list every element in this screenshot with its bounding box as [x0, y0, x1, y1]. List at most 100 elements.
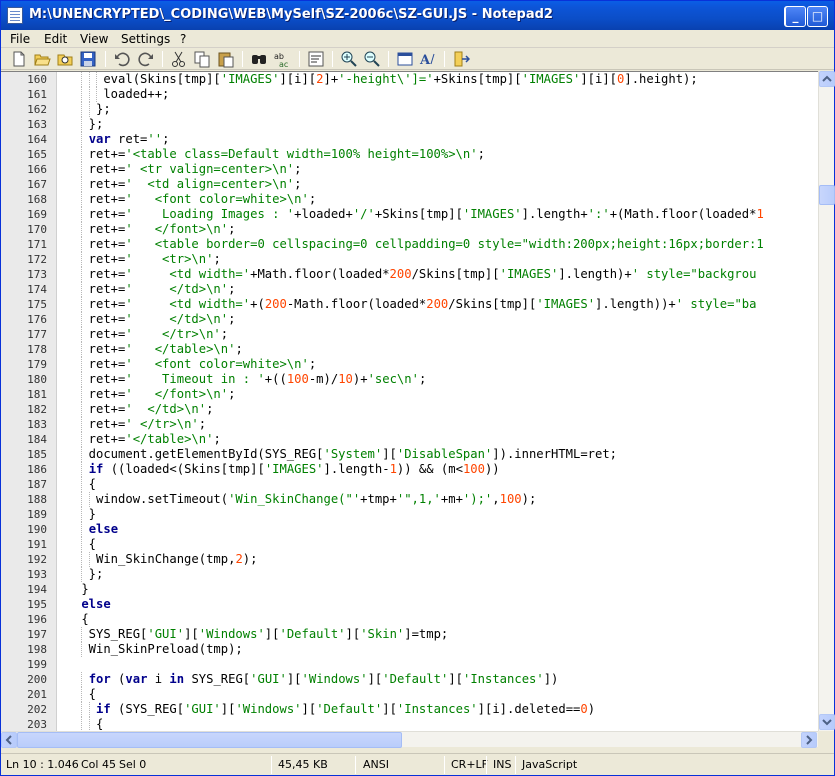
scroll-down-button[interactable]: [819, 714, 835, 730]
toolbar-separator: [242, 51, 243, 67]
code-text: ret+=' <font color=white>\n';: [74, 357, 317, 371]
menu-settings[interactable]: Settings: [121, 32, 170, 46]
code-line: 203 {: [1, 717, 818, 731]
zoom-out-icon[interactable]: [363, 50, 381, 68]
code-text: ret+=' <tr valign=center>\n';: [74, 162, 302, 176]
code-text: document.getElementById(SYS_REG['System'…: [74, 447, 618, 461]
toolbar-separator: [332, 51, 333, 67]
line-number: 199: [27, 658, 47, 671]
status-separator: [355, 756, 356, 774]
code-text: loaded++;: [74, 87, 170, 101]
redo-icon[interactable]: [137, 50, 155, 68]
line-number: 174: [27, 283, 47, 296]
code-text: {: [74, 687, 97, 701]
status-separator: [486, 756, 487, 774]
code-line: 168 ret+=' <font color=white>\n';: [1, 192, 818, 207]
code-line: 164 var ret='';: [1, 132, 818, 147]
line-number: 179: [27, 358, 47, 371]
code-text: else: [81, 597, 111, 611]
line-number: 200: [27, 673, 47, 686]
code-text: for (var i in SYS_REG['GUI']['Windows'][…: [88, 672, 559, 686]
status-encoding[interactable]: ANSI: [363, 758, 389, 771]
scroll-up-button[interactable]: [819, 71, 835, 87]
code-line: 202 if (SYS_REG['GUI']['Windows']['Defau…: [1, 702, 818, 717]
code-line: 197 SYS_REG['GUI']['Windows']['Default']…: [1, 627, 818, 642]
exit-icon[interactable]: [452, 50, 471, 68]
line-number: 167: [27, 178, 47, 191]
zoom-in-icon[interactable]: [340, 50, 358, 68]
code-line: 175 ret+=' <td width='+(200-Math.floor(l…: [1, 297, 818, 312]
arrow-down-icon: [822, 719, 832, 726]
cut-icon[interactable]: [170, 50, 188, 68]
horizontal-scroll-thumb[interactable]: [17, 732, 402, 748]
arrow-right-icon: [806, 735, 813, 745]
code-text: ret+=' <tr>\n';: [74, 252, 221, 266]
code-text: ret+=' </tr>\n';: [74, 417, 207, 431]
line-number: 169: [27, 208, 47, 221]
code-line: 201 {: [1, 687, 818, 702]
vertical-scrollbar[interactable]: [818, 71, 835, 731]
status-column: Col 45: [81, 758, 116, 771]
title-bar[interactable]: M:\UNENCRYPTED\_CODING\WEB\MySelf\SZ-200…: [1, 1, 834, 30]
scroll-left-button[interactable]: [1, 732, 17, 748]
code-text: ret+=' </font>\n';: [74, 222, 236, 236]
status-bar: Ln 10 : 1.046 Col 45 Sel 0 45,45 KB ANSI…: [1, 753, 834, 775]
code-editor[interactable]: 160 eval(Skins[tmp]['IMAGES'][i][2]+'-he…: [1, 71, 818, 731]
status-separator: [271, 756, 272, 774]
status-line-endings[interactable]: CR+LF: [451, 758, 488, 771]
code-text: ret+=' <td width='+(200-Math.floor(loade…: [74, 297, 757, 311]
replace-icon[interactable]: ab ac: [273, 50, 291, 69]
code-line: 193 };: [1, 567, 818, 582]
find-icon[interactable]: [250, 50, 268, 68]
undo-icon[interactable]: [113, 50, 131, 68]
code-line: 171 ret+=' <table border=0 cellspacing=0…: [1, 237, 818, 252]
line-number: 183: [27, 418, 47, 431]
vertical-scroll-thumb[interactable]: [819, 185, 835, 205]
line-number: 171: [27, 238, 47, 251]
toolbar-separator: [388, 51, 389, 67]
code-line: 183 ret+=' </tr>\n';: [1, 417, 818, 432]
minimize-button-face[interactable]: _: [785, 6, 806, 27]
code-text: Win_SkinPreload(tmp);: [74, 642, 243, 656]
menu-help[interactable]: ?: [180, 32, 186, 46]
code-text: ret+='<table class=Default width=100% he…: [74, 147, 485, 161]
code-line: 191 {: [1, 537, 818, 552]
status-file-size: 45,45 KB: [278, 758, 328, 771]
paste-icon[interactable]: [217, 50, 235, 68]
horizontal-scrollbar[interactable]: [1, 731, 818, 748]
line-number: 193: [27, 568, 47, 581]
notepad-app-icon[interactable]: [7, 7, 23, 24]
menu-view[interactable]: View: [80, 32, 108, 46]
browse-icon[interactable]: [56, 50, 74, 68]
scheme-icon[interactable]: [396, 50, 414, 68]
copy-icon[interactable]: [193, 50, 211, 68]
line-number: 194: [27, 583, 47, 596]
minimize-icon: _: [792, 9, 799, 23]
status-insert-mode: INS: [493, 758, 512, 771]
word-wrap-icon[interactable]: [307, 50, 325, 68]
code-text: {: [74, 717, 104, 731]
code-line: 162 };: [1, 102, 818, 117]
menu-file[interactable]: File: [10, 32, 30, 46]
status-lexer[interactable]: JavaScript: [522, 758, 577, 771]
code-line: 190 else: [1, 522, 818, 537]
code-line: 192 Win_SkinChange(tmp,2);: [1, 552, 818, 567]
maximize-button[interactable]: □: [807, 6, 828, 27]
code-text: ret+=' <td width='+Math.floor(loaded*200…: [74, 267, 757, 281]
line-number: 163: [27, 118, 47, 131]
new-file-icon[interactable]: [10, 50, 28, 68]
code-text: ret+=' </table>\n';: [74, 342, 243, 356]
line-number: 184: [27, 433, 47, 446]
open-folder-icon[interactable]: [33, 50, 51, 68]
scroll-right-button[interactable]: [801, 732, 817, 748]
code-text: {: [74, 537, 97, 551]
menu-edit[interactable]: Edit: [44, 32, 67, 46]
font-icon[interactable]: A: [419, 50, 437, 68]
code-line: 161 loaded++;: [1, 87, 818, 102]
save-icon[interactable]: [79, 50, 97, 68]
code-text: };: [74, 567, 104, 581]
code-text: };: [74, 117, 104, 131]
code-text: }: [74, 582, 89, 596]
code-text: else: [88, 522, 119, 536]
code-line: 172 ret+=' <tr>\n';: [1, 252, 818, 267]
